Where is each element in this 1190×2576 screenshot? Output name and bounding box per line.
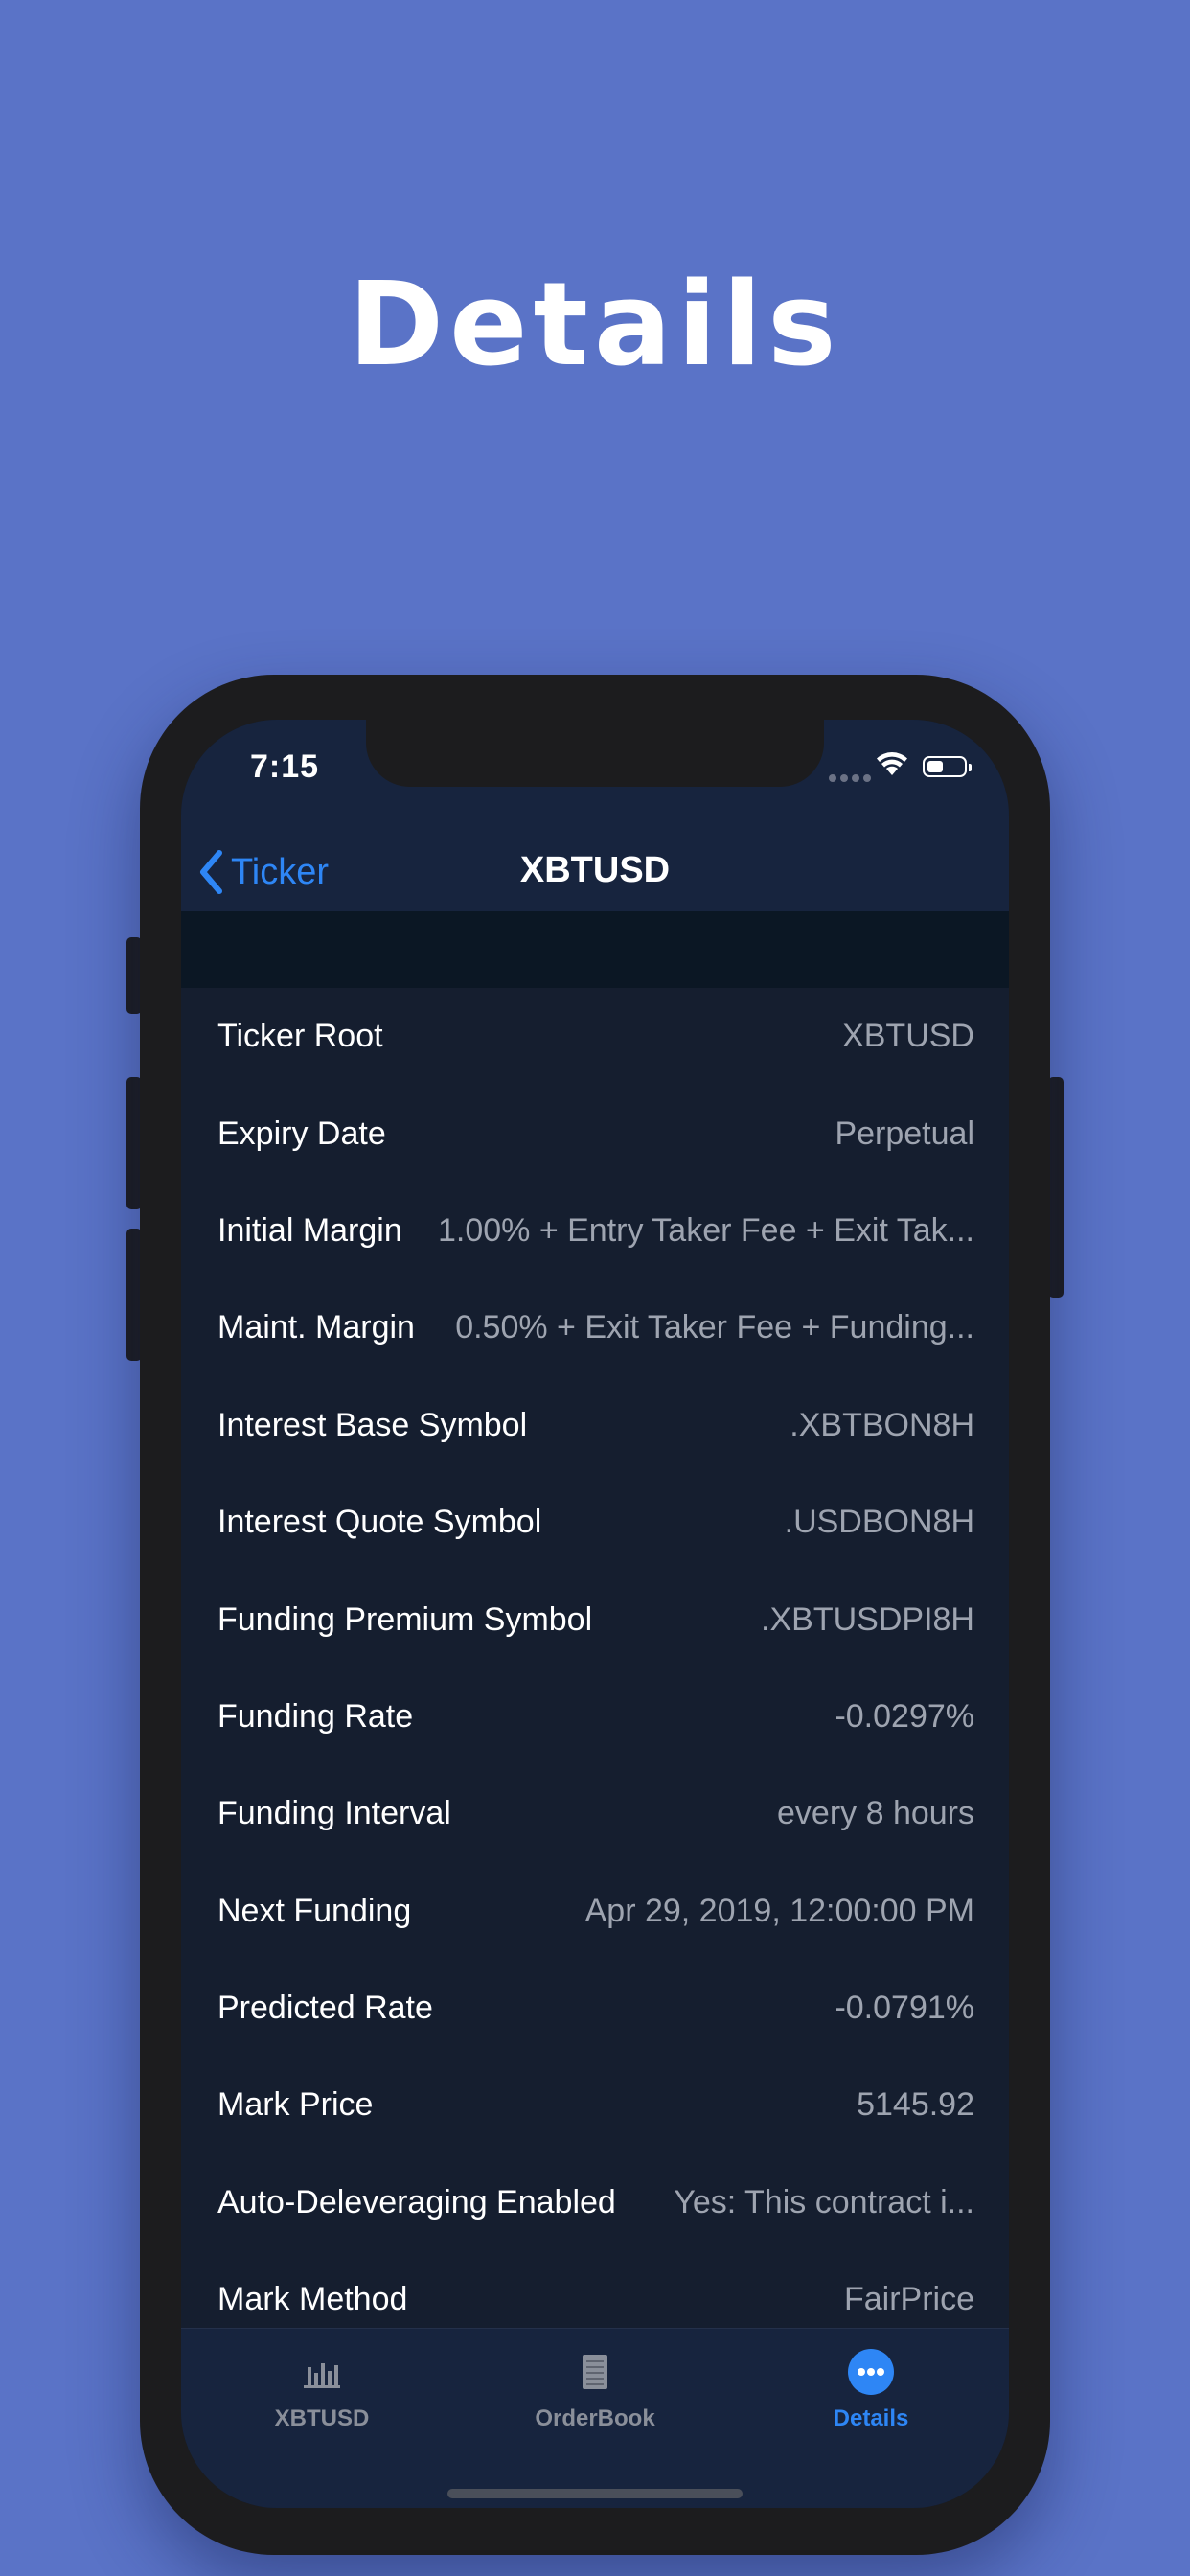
home-indicator[interactable] [447, 2489, 743, 2498]
row-value: -0.0297% [835, 1697, 974, 1735]
hero-title: Details [348, 259, 842, 392]
row-label: Auto-Deleveraging Enabled [217, 2183, 616, 2220]
row-value: 1.00% + Entry Taker Fee + Exit Tak... [437, 1211, 974, 1249]
detail-row-ticker-root[interactable]: Ticker Root XBTUSD [181, 988, 1009, 1085]
tab-details[interactable]: Details [775, 2349, 967, 2432]
detail-row-expiry-date[interactable]: Expiry Date Perpetual [181, 1085, 1009, 1182]
tab-label: OrderBook [535, 2405, 655, 2431]
detail-row-initial-margin[interactable]: Initial Margin 1.00% + Entry Taker Fee +… [181, 1183, 1009, 1279]
row-label: Funding Interval [217, 1795, 451, 1832]
document-icon [583, 2355, 607, 2389]
row-label: Maint. Margin [217, 1309, 415, 1346]
row-value: FairPrice [843, 2281, 974, 2318]
nav-title: XBTUSD [519, 850, 671, 890]
row-label: Next Funding [217, 1892, 412, 1929]
detail-row-interest-quote-symbol[interactable]: Interest Quote Symbol .USDBON8H [181, 1474, 1009, 1571]
row-label: Mark Method [217, 2281, 408, 2318]
cellular-signal-icon [829, 770, 875, 787]
battery-icon [923, 756, 972, 777]
row-value: .USDBON8H [784, 1504, 974, 1541]
row-label: Expiry Date [217, 1115, 386, 1152]
details-list: Ticker Root XBTUSD Expiry Date Perpetual… [181, 988, 1009, 2348]
row-label: Predicted Rate [217, 1990, 433, 2027]
notch [366, 720, 824, 787]
row-value: Perpetual [835, 1115, 974, 1152]
status-time: 7:15 [250, 748, 320, 785]
row-label: Funding Rate [217, 1697, 414, 1735]
detail-row-mark-price[interactable]: Mark Price 5145.92 [181, 2057, 1009, 2153]
detail-row-funding-premium-symbol[interactable]: Funding Premium Symbol .XBTUSDPI8H [181, 1571, 1009, 1668]
row-value: Yes: This contract i... [674, 2183, 974, 2220]
wifi-icon [875, 750, 909, 782]
row-value: .XBTUSDPI8H [761, 1600, 974, 1638]
detail-row-funding-interval[interactable]: Funding Interval every 8 hours [181, 1765, 1009, 1862]
bar-chart-icon [304, 2363, 340, 2388]
row-label: Ticker Root [217, 1018, 383, 1055]
row-value: .XBTBON8H [790, 1406, 974, 1443]
tab-label: Details [833, 2405, 909, 2431]
row-value: -0.0791% [835, 1990, 974, 2027]
phone-frame: 7:15 Ticker XBTUSD Ticker Root XBTUSD Ex… [140, 675, 1050, 2555]
row-value: Apr 29, 2019, 12:00:00 PM [584, 1892, 974, 1929]
row-label: Funding Premium Symbol [217, 1600, 593, 1638]
detail-row-interest-base-symbol[interactable]: Interest Base Symbol .XBTBON8H [181, 1377, 1009, 1474]
tab-orderbook[interactable]: OrderBook [499, 2350, 691, 2432]
tab-xbtusd[interactable]: XBTUSD [226, 2350, 418, 2432]
phone-screen: 7:15 Ticker XBTUSD Ticker Root XBTUSD Ex… [181, 720, 1009, 2508]
tab-bar: XBTUSD OrderBook Details [181, 2328, 1009, 2508]
detail-row-maint-margin[interactable]: Maint. Margin 0.50% + Exit Taker Fee + F… [181, 1279, 1009, 1376]
more-icon [848, 2349, 894, 2395]
power-button [1048, 1077, 1064, 1298]
row-label: Initial Margin [217, 1211, 402, 1249]
detail-row-auto-deleveraging[interactable]: Auto-Deleveraging Enabled Yes: This cont… [181, 2154, 1009, 2251]
row-value: XBTUSD [842, 1018, 974, 1055]
tab-label: XBTUSD [274, 2405, 370, 2431]
row-value: 5145.92 [857, 2086, 974, 2124]
row-value: 0.50% + Exit Taker Fee + Funding... [455, 1309, 974, 1346]
row-label: Interest Quote Symbol [217, 1504, 542, 1541]
row-label: Interest Base Symbol [217, 1406, 528, 1443]
detail-row-funding-rate[interactable]: Funding Rate -0.0297% [181, 1668, 1009, 1765]
row-label: Mark Price [217, 2086, 374, 2124]
section-header [181, 911, 1009, 988]
row-value: every 8 hours [777, 1795, 974, 1832]
detail-row-predicted-rate[interactable]: Predicted Rate -0.0791% [181, 1960, 1009, 2057]
detail-row-next-funding[interactable]: Next Funding Apr 29, 2019, 12:00:00 PM [181, 1863, 1009, 1960]
